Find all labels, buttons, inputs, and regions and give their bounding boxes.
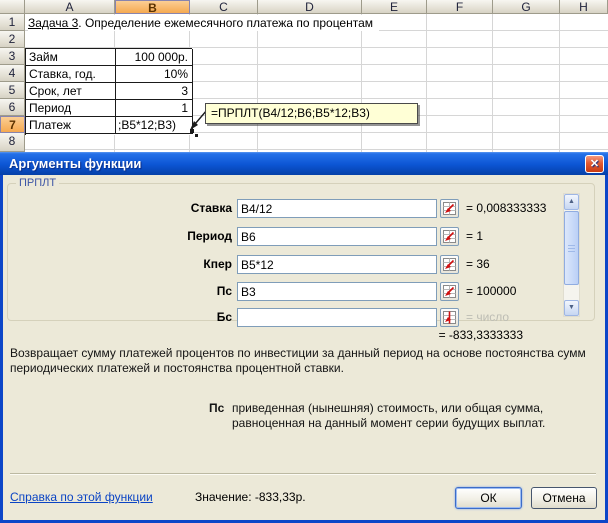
- arg-label-nper: Кпер: [203, 257, 232, 271]
- arg-input-per[interactable]: [237, 227, 437, 246]
- cell-a6[interactable]: Период: [26, 100, 116, 117]
- arg-result-per: = 1: [466, 229, 484, 243]
- row-header-5[interactable]: 5: [0, 82, 25, 99]
- range-select-button[interactable]: [440, 227, 459, 246]
- range-select-icon: [443, 311, 456, 324]
- cell-b7-editing[interactable]: ;B5*12;B3): [116, 117, 193, 134]
- data-range-a3-b7: Займ 100 000р. Ставка, год. 10% Срок, ле…: [25, 48, 193, 135]
- task-title-text: . Определение ежемесячного платежа по пр…: [78, 16, 374, 30]
- cell-a5[interactable]: Срок, лет: [26, 83, 116, 100]
- function-description: Возвращает сумму платежей процентов по и…: [10, 346, 586, 375]
- range-select-button[interactable]: [440, 199, 459, 218]
- arg-result-rate: = 0,008333333: [466, 201, 547, 215]
- range-select-button[interactable]: [440, 282, 459, 301]
- column-header-c[interactable]: C: [190, 0, 258, 14]
- cell-a4[interactable]: Ставка, год.: [26, 66, 116, 83]
- cell-b6[interactable]: 1: [116, 100, 193, 117]
- scroll-up-icon: ▲: [568, 198, 575, 205]
- select-all-corner[interactable]: [0, 0, 25, 14]
- cell-a3[interactable]: Займ: [26, 49, 116, 66]
- arg-row-fv: Бс = число: [3, 308, 563, 327]
- cell-b4[interactable]: 10%: [116, 66, 193, 83]
- screen: A B C D E F G H 1 2 3 4 5 6 7 8 Задача 3…: [0, 0, 608, 523]
- close-icon: ✕: [589, 158, 600, 170]
- row-header-1[interactable]: 1: [0, 14, 25, 31]
- cell-a1-title[interactable]: Задача 3. Определение ежемесячного плате…: [28, 15, 380, 31]
- cell-b5[interactable]: 3: [116, 83, 193, 100]
- scroll-down-button[interactable]: ▼: [564, 300, 579, 316]
- ok-button[interactable]: ОК: [455, 487, 522, 509]
- arg-result-pv: = 100000: [466, 284, 517, 298]
- dialog-titlebar[interactable]: Аргументы функции ✕: [0, 152, 608, 175]
- spreadsheet: A B C D E F G H 1 2 3 4 5 6 7 8 Задача 3…: [0, 0, 608, 152]
- column-header-d[interactable]: D: [258, 0, 362, 14]
- row-header-6[interactable]: 6: [0, 99, 25, 116]
- range-select-icon: [443, 202, 456, 215]
- cancel-button[interactable]: Отмена: [531, 487, 597, 509]
- arg-row-nper: Кпер = 36: [3, 255, 563, 274]
- argument-help: Пс приведенная (нынешняя) стоимость, или…: [209, 401, 601, 431]
- formula-tooltip: =ПРПЛТ(B4/12;B6;B5*12;B3): [205, 103, 418, 124]
- formula-result: = -833,3333333: [438, 328, 523, 342]
- arg-label-fv: Бс: [216, 310, 232, 324]
- cell-a7[interactable]: Платеж: [26, 117, 116, 134]
- arg-row-pv: Пс = 100000: [3, 282, 563, 301]
- dialog-title: Аргументы функции: [9, 156, 142, 171]
- range-select-button[interactable]: [440, 308, 459, 327]
- arg-input-rate[interactable]: [237, 199, 437, 218]
- function-arguments-dialog: Аргументы функции ✕ ПРПЛТ Ставка = 0,008…: [0, 152, 608, 523]
- scroll-up-button[interactable]: ▲: [564, 194, 579, 210]
- arg-input-pv[interactable]: [237, 282, 437, 301]
- column-header-g[interactable]: G: [493, 0, 560, 14]
- column-header-f[interactable]: F: [427, 0, 493, 14]
- cell-b3[interactable]: 100 000р.: [116, 49, 193, 66]
- row-header-4[interactable]: 4: [0, 65, 25, 82]
- row-header-8[interactable]: 8: [0, 133, 25, 152]
- help-link[interactable]: Справка по этой функции: [10, 490, 153, 504]
- dialog-body: ПРПЛТ Ставка = 0,008333333 Период = 1: [3, 175, 605, 520]
- arg-label-per: Период: [187, 229, 232, 243]
- arg-input-fv[interactable]: [237, 308, 437, 327]
- row-header-2[interactable]: 2: [0, 31, 25, 48]
- arg-row-rate: Ставка = 0,008333333: [3, 199, 563, 218]
- arg-input-nper[interactable]: [237, 255, 437, 274]
- argument-help-text: приведенная (нынешняя) стоимость, или об…: [232, 401, 546, 430]
- scrollbar-thumb[interactable]: [564, 211, 579, 285]
- column-header-e[interactable]: E: [362, 0, 427, 14]
- value-result-text: Значение: -833,33р.: [195, 490, 306, 504]
- arg-result-nper: = 36: [466, 257, 490, 271]
- row-header-7-selected[interactable]: 7: [0, 116, 25, 133]
- range-select-button[interactable]: [440, 255, 459, 274]
- arg-result-fv: = число: [466, 310, 510, 324]
- task-number-text: Задача 3: [28, 16, 79, 30]
- close-button[interactable]: ✕: [585, 155, 604, 173]
- argument-help-name: Пс: [209, 401, 225, 415]
- column-header-h[interactable]: H: [560, 0, 608, 14]
- scroll-down-icon: ▼: [568, 304, 575, 311]
- range-select-icon: [443, 230, 456, 243]
- function-name-label: ПРПЛТ: [16, 177, 60, 190]
- arg-label-rate: Ставка: [190, 201, 232, 215]
- args-scrollbar[interactable]: ▲ ▼: [563, 193, 580, 317]
- row-header-3[interactable]: 3: [0, 48, 25, 65]
- separator: [10, 473, 596, 475]
- arg-row-per: Период = 1: [3, 227, 563, 246]
- range-select-icon: [443, 285, 456, 298]
- arg-label-pv: Пс: [216, 284, 232, 298]
- column-header-b-selected[interactable]: B: [115, 0, 190, 15]
- column-header-a[interactable]: A: [25, 0, 115, 14]
- range-select-icon: [443, 258, 456, 271]
